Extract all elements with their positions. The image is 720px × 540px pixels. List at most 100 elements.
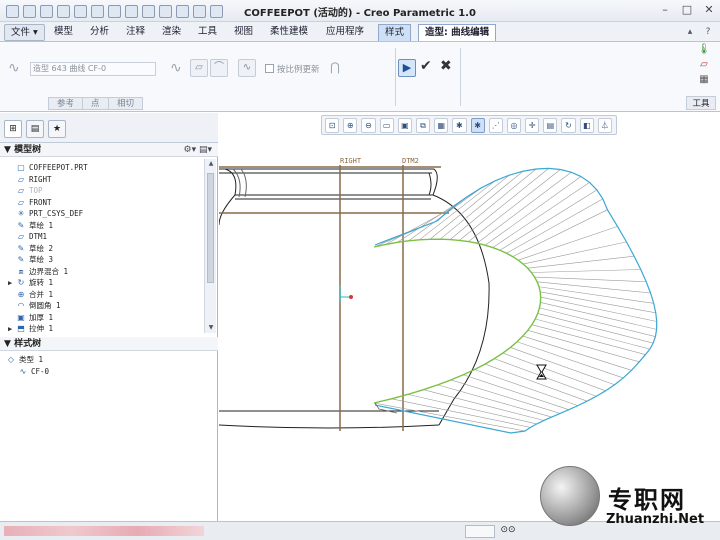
tab-annotate[interactable]: 注释 [120, 24, 151, 41]
csys-icon: ✳ [17, 209, 25, 218]
ribbon-separator [395, 48, 396, 106]
curvature-comb-line [531, 269, 641, 273]
tab-flexible-modeling[interactable]: 柔性建模 [264, 24, 314, 41]
ribbon-tabs: 文件 ▾ 模型 分析 注释 渲染 工具 视图 柔性建模 应用程序 样式 造型: … [0, 22, 720, 42]
subtab-tangent[interactable]: 相切 [108, 97, 144, 110]
model-tree-header[interactable]: ▼ 模型树 ⚙▾ ▤▾ [0, 143, 218, 157]
tree-row[interactable]: ✎ 草绘 3 [8, 254, 53, 265]
tree-row-label: TOP [29, 186, 43, 195]
merge-icon: ⊕ [17, 289, 25, 299]
tab-model[interactable]: 模型 [48, 24, 79, 41]
curvature-comb-line [539, 307, 656, 337]
curvature-comb-line [537, 313, 654, 344]
tab-view[interactable]: 视图 [228, 24, 259, 41]
tree-row-label: DTM1 [29, 232, 48, 241]
subtab-references[interactable]: 参考 [48, 97, 84, 110]
lid-right-curve [428, 172, 432, 196]
tab-style[interactable]: 样式 [378, 24, 412, 41]
tree-row[interactable]: ▶ ↻ 旋转 1 [8, 277, 53, 288]
tree-row[interactable]: ✎ 草绘 2 [8, 243, 53, 254]
style-tree-header[interactable]: ▼ 样式树 [0, 337, 218, 351]
expand-arrow-icon[interactable]: ▶ [8, 278, 16, 289]
curvature-comb-line [531, 324, 646, 355]
tree-row[interactable]: ▱ DTM1 [8, 231, 47, 242]
tree-row[interactable]: ✎ 草绘 1 [8, 220, 53, 231]
tree-row[interactable]: ✳ PRT_CSYS_DEF [8, 208, 84, 219]
cross-icon[interactable]: ✖ [440, 58, 452, 74]
thermometer-icon[interactable]: 🌡 [692, 44, 716, 59]
tab-file[interactable]: 文件 ▾ [4, 24, 45, 41]
datum-plane-icon: ▱ [17, 197, 25, 207]
tree-row[interactable]: ▱ RIGHT [8, 174, 52, 185]
check-icon[interactable]: ✔ [420, 58, 432, 74]
subtab-points[interactable]: 点 [82, 97, 109, 110]
proportional-update-checkbox[interactable] [265, 64, 274, 73]
tree-settings-icons[interactable]: ⚙▾ ▤▾ [184, 143, 212, 157]
model-tree-scrollbar[interactable]: ▲ ▼ [204, 159, 216, 333]
tree-row[interactable]: ▢ COFFEEPOT.PRT [8, 162, 87, 173]
tree-row-label: 草绘 3 [29, 255, 54, 264]
style-tree-row[interactable]: ∿ CF-0 [18, 366, 49, 377]
csys-marker [339, 285, 353, 301]
maximize-icon[interactable]: □ [680, 3, 694, 17]
settings-curve-icon[interactable]: ⋂ [330, 60, 340, 74]
style-tree-row-label: CF-0 [31, 366, 50, 376]
help-icon[interactable]: ? [702, 26, 714, 38]
base-bottom-edge [219, 424, 440, 429]
curvature-comb-line [423, 389, 545, 421]
tree-row[interactable]: ▱ TOP [8, 185, 43, 196]
watermark-cn-text: 专职网 [608, 485, 686, 514]
scroll-up-icon[interactable]: ▲ [205, 159, 217, 169]
plane-button[interactable]: ▱ [190, 59, 208, 77]
ribbon-separator-2 [460, 48, 461, 106]
tab-tools[interactable]: 工具 [192, 24, 223, 41]
curve-name-field[interactable]: 造型 643 曲线 CF-0 [30, 62, 156, 76]
scroll-thumb[interactable] [207, 173, 214, 283]
collapse-icon[interactable]: ▴ [684, 26, 696, 38]
tree-row[interactable]: ⧈ 边界混合 1 [8, 266, 68, 277]
folder-browser-tab-icon[interactable]: ▤ [26, 120, 44, 138]
round-icon: ◠ [17, 301, 25, 310]
sketch-icon: ✎ [17, 220, 25, 230]
close-icon[interactable]: ✕ [702, 3, 716, 17]
tree-row[interactable]: ⊕ 合并 1 [8, 289, 53, 300]
tools-group-label: 工具 [686, 96, 716, 110]
datum-planes [219, 165, 449, 431]
tree-row[interactable]: ◠ 倒圆角 1 [8, 300, 61, 311]
part-icon: ▢ [17, 163, 25, 172]
tree-row-label: 草绘 1 [29, 220, 54, 230]
curvature-comb-line [484, 176, 582, 246]
tree-row[interactable]: ▣ 加厚 1 [8, 312, 53, 323]
tab-analysis[interactable]: 分析 [84, 24, 115, 41]
curvature-comb-line [407, 394, 537, 425]
expand-arrow-icon[interactable]: ▶ [8, 324, 16, 335]
tab-curve-edit[interactable]: 造型: 曲线编辑 [418, 24, 497, 41]
datum-label-dtm2[interactable]: DTM2 [402, 157, 419, 165]
edited-curve-cf0[interactable] [373, 238, 542, 404]
curvature-button[interactable]: ∿ [238, 59, 256, 77]
style-tree-title: 样式树 [14, 339, 42, 349]
title-bar: COFFEEPOT (活动的) - Creo Parametric 1.0 – … [0, 0, 720, 22]
surface-button[interactable]: ⌒ [210, 59, 228, 77]
binoculars-icon[interactable]: ⊙⊙ [500, 525, 516, 538]
tab-applications[interactable]: 应用程序 [320, 24, 370, 41]
style-tree-row[interactable]: ◇ 类型 1 [6, 354, 43, 365]
navigator-panel: ⊞ ▤ ★ ▼ 模型树 ⚙▾ ▤▾ ▢ COFFEEPOT.PRT ▱ RIGHT ▱ T… [0, 113, 218, 521]
tab-render[interactable]: 渲染 [156, 24, 187, 41]
model-tree-tab-icon[interactable]: ⊞ [4, 120, 22, 138]
tree-row[interactable]: ▶ ⬒ 拉伸 1 [8, 323, 53, 334]
sketch-plane-icon[interactable]: ▱ [692, 59, 716, 74]
watermark-en-text: Zhuanzhi.Net [606, 512, 705, 527]
datum-label-right[interactable]: RIGHT [340, 157, 362, 165]
curvature-envelope-curve[interactable] [374, 167, 658, 434]
pause-resume-button[interactable]: ▶ [398, 59, 416, 77]
tree-row-label: 草绘 2 [29, 243, 54, 253]
scroll-down-icon[interactable]: ▼ [205, 323, 217, 333]
favorites-tab-icon[interactable]: ★ [48, 120, 66, 138]
tree-row[interactable]: ▱ FRONT [8, 197, 52, 208]
analysis-icon[interactable]: ▦ [692, 74, 716, 89]
minimize-icon[interactable]: – [658, 3, 672, 17]
selection-filter-field[interactable] [465, 525, 495, 538]
message-area [4, 526, 204, 536]
curvature-comb-line [502, 352, 606, 392]
